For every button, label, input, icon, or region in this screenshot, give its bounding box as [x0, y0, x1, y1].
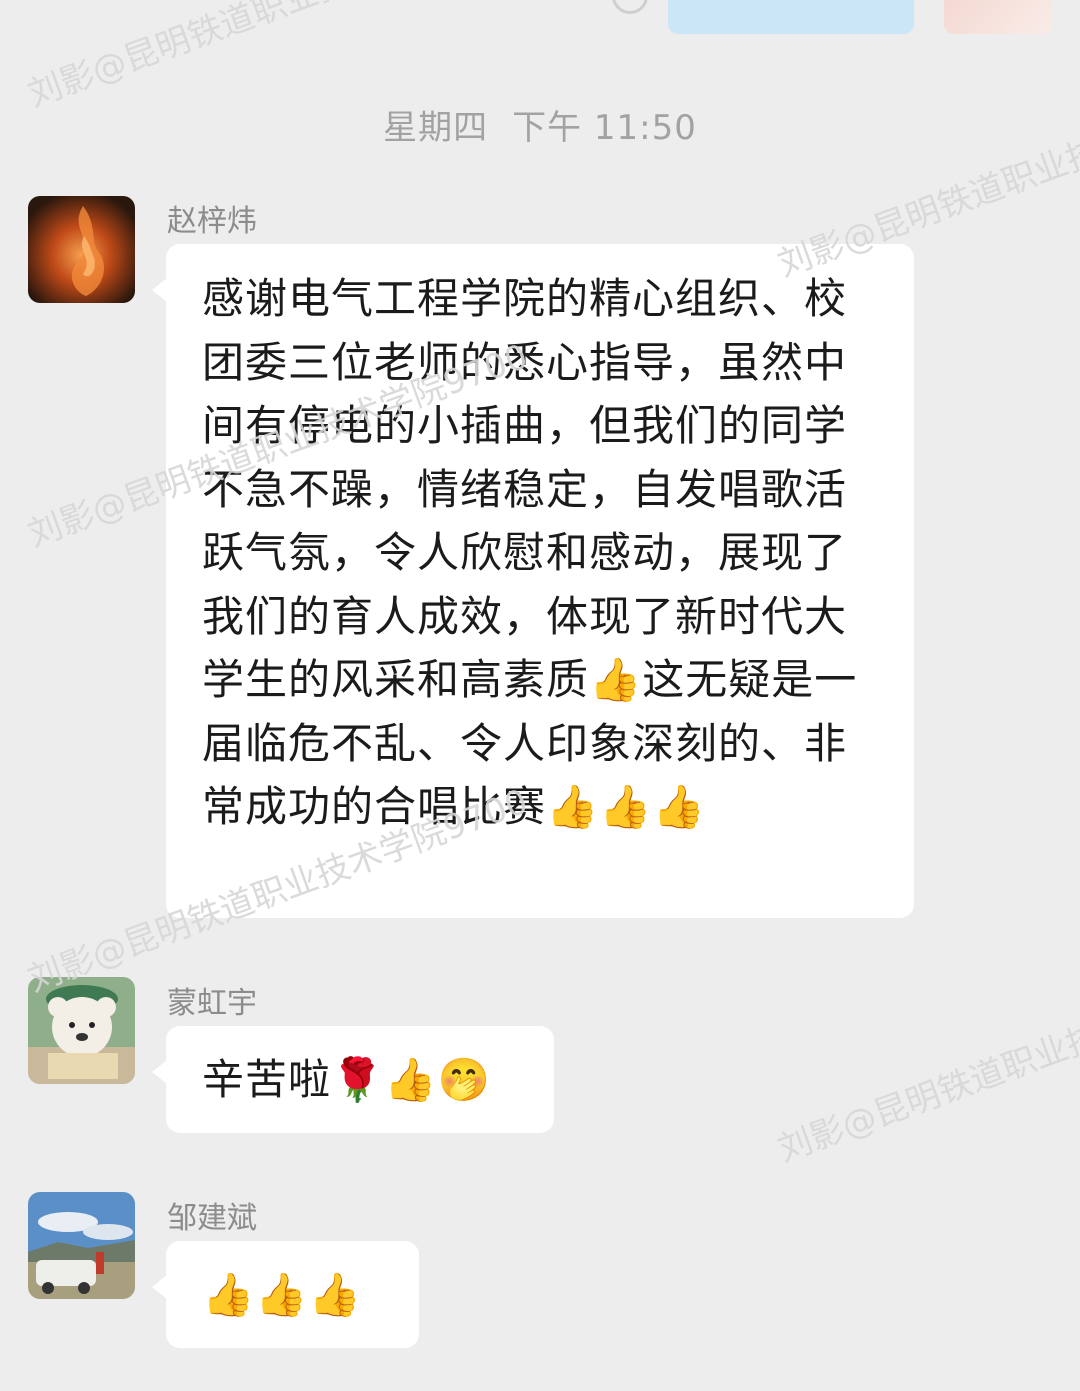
message-text: 辛苦啦🌹👍🤭: [202, 1055, 491, 1104]
previous-message-partial: [0, 0, 1080, 40]
sender-name: 赵梓炜: [167, 204, 257, 239]
sender-name: 蒙虹宇: [167, 986, 257, 1021]
resend-icon[interactable]: [612, 0, 648, 14]
teddy-bear-avatar-icon[interactable]: [28, 977, 135, 1084]
timestamp-time: 下午 11:50: [512, 108, 697, 148]
flame-avatar-icon[interactable]: [28, 196, 135, 303]
message-timestamp: 星期四 下午 11:50: [0, 100, 1080, 149]
timestamp-day: 星期四: [383, 108, 489, 148]
own-message-bubble-partial[interactable]: [668, 0, 914, 34]
landscape-car-avatar-icon[interactable]: [28, 1192, 135, 1299]
sender-name: 邹建斌: [167, 1201, 257, 1236]
message-bubble[interactable]: 辛苦啦🌹👍🤭: [152, 1026, 554, 1133]
watermark: 刘影@昆明铁道职业技术学院9700: [772, 951, 1080, 1171]
own-avatar-partial[interactable]: [944, 0, 1052, 34]
message-text: 👍👍👍: [202, 1270, 362, 1319]
message-bubble[interactable]: 👍👍👍: [152, 1241, 419, 1348]
message-text: 感谢电气工程学院的精心组织、校团委三位老师的悉心指导，虽然中间有停电的小插曲，但…: [202, 274, 858, 831]
message-bubble[interactable]: 感谢电气工程学院的精心组织、校团委三位老师的悉心指导，虽然中间有停电的小插曲，但…: [152, 244, 914, 918]
